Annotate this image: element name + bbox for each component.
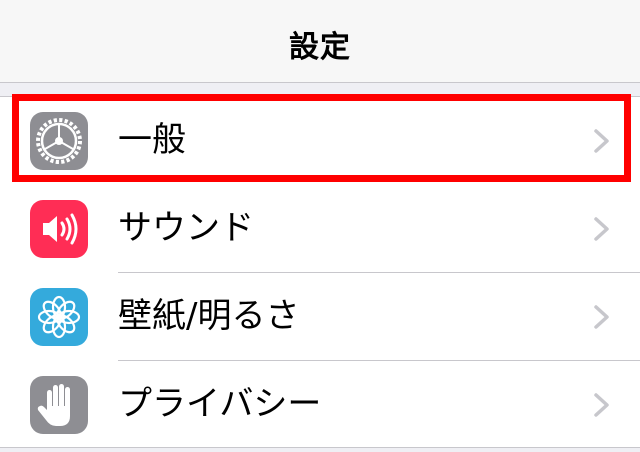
chevron-right-icon [594,393,609,417]
chevron-right-icon [594,305,609,329]
settings-item-label: 一般 [118,120,186,160]
settings-item-privacy[interactable]: プライバシー [0,361,640,449]
navigation-bar: 設定 [0,0,640,83]
settings-item-label: プライバシー [118,384,322,424]
flower-icon [30,288,88,346]
settings-item-sounds[interactable]: サウンド [0,185,640,273]
settings-item-label: サウンド [118,208,254,248]
settings-list: 一般 サウンド 壁紙/明るさ プライバシー [0,96,640,448]
speaker-icon [30,200,88,258]
chevron-right-icon [594,217,609,241]
page-title: 設定 [289,30,351,65]
settings-item-wallpaper-brightness[interactable]: 壁紙/明るさ [0,273,640,361]
hand-icon [30,376,88,434]
settings-item-label: 壁紙/明るさ [118,296,300,336]
chevron-right-icon [594,129,609,153]
gear-icon [30,112,88,170]
settings-item-general[interactable]: 一般 [0,97,640,185]
